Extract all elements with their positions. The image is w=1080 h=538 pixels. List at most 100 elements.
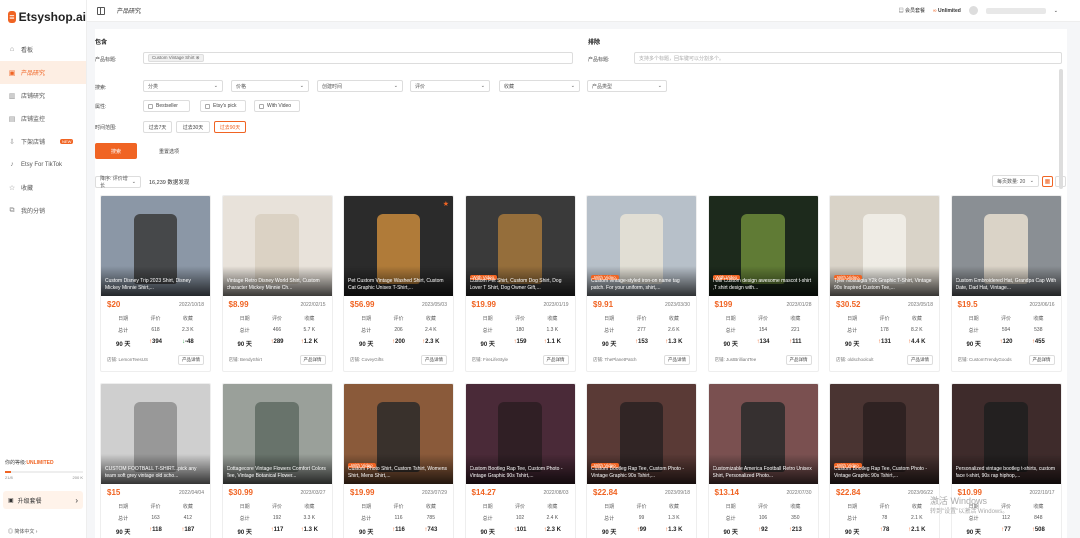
reset-button[interactable]: 重置选项 <box>159 148 179 155</box>
product-detail-button[interactable]: 产品详情 <box>178 355 204 365</box>
shop-name[interactable]: 店铺: oldschoolcult <box>836 357 874 363</box>
product-card[interactable]: With Video Custom Photo Shirt, Custom Tsh… <box>343 383 454 538</box>
product-thumbnail[interactable]: With Video Tyler Nostalgia Y2k Graphic T-… <box>830 196 939 296</box>
product-card[interactable]: With Video Custom Bootleg Rap Tee, Custom… <box>586 383 697 538</box>
product-card[interactable]: With Video I will Custom design awesome m… <box>707 195 819 372</box>
product-thumbnail[interactable]: CUSTOM FOOTBALL T-SHIRT...pick any team … <box>101 384 210 484</box>
shop-name[interactable]: 店铺: JustBrilliantTee <box>715 357 757 363</box>
attr-checkbox[interactable]: With Video <box>254 100 300 112</box>
product-thumbnail[interactable]: Custom Disney Trip 2023 Shirt, Disney Mi… <box>101 196 210 296</box>
product-card[interactable]: Cottagecore Vintage Flowers Comfort Colo… <box>221 383 333 538</box>
product-thumbnail[interactable]: Custom Bootleg Rap Tee, Custom Photo - V… <box>465 384 575 484</box>
product-card[interactable]: With Video Custom vintage-styled iron-on … <box>586 195 697 372</box>
product-thumbnail[interactable]: With Video Custom Bootleg Rap Tee, Custom… <box>830 384 939 484</box>
product-title[interactable]: Custom Pet Shirt, Custom Dog Shirt, Dog … <box>470 278 571 292</box>
time-range-button[interactable]: 过去90天 <box>214 121 246 133</box>
product-detail-button[interactable]: 产品详情 <box>542 355 569 365</box>
include-title-input[interactable]: Custom Vintage Shirt ⊗ <box>143 52 573 64</box>
product-thumbnail[interactable]: Custom Embroidered Hat, Grandpa Cap With… <box>951 196 1061 296</box>
product-detail-button[interactable]: 产品详情 <box>907 355 933 365</box>
attr-checkbox[interactable]: Bestseller <box>143 100 190 112</box>
product-thumbnail[interactable]: Personalized vintage bootleg t-shirts, c… <box>951 384 1061 484</box>
sidebar-item[interactable]: ▥ 店铺研究 <box>0 84 86 107</box>
close-icon[interactable]: ⊗ <box>196 55 200 60</box>
product-title[interactable]: Custom Bootleg Rap Tee, Custom Photo - V… <box>591 466 692 480</box>
product-card[interactable]: Custom Disney Trip 2023 Shirt, Disney Mi… <box>100 195 211 372</box>
language-selector[interactable]: ◎ 简体中文 › <box>8 528 37 535</box>
product-detail-button[interactable]: 产品详情 <box>1028 355 1055 365</box>
sidebar-item[interactable]: ♪ Etsy For TikTok <box>0 153 86 176</box>
sidebar-item[interactable]: ☆ 收藏 <box>0 176 86 199</box>
product-title[interactable]: Vintage Retro Disney World Shirt, Custom… <box>227 278 328 292</box>
product-thumbnail[interactable]: With Video Custom Photo Shirt, Custom Tsh… <box>344 384 453 484</box>
product-title[interactable]: Custom Embroidered Hat, Grandpa Cap With… <box>956 278 1057 292</box>
filter-select[interactable]: 评价 ⌄ <box>410 80 490 92</box>
sidebar-item[interactable]: ⧉ 我的分销 <box>0 199 86 222</box>
product-thumbnail[interactable]: Cottagecore Vintage Flowers Comfort Colo… <box>222 384 332 484</box>
product-detail-button[interactable]: 产品详情 <box>421 355 447 365</box>
product-title[interactable]: Cottagecore Vintage Flowers Comfort Colo… <box>227 466 328 480</box>
filter-select[interactable]: 创建时间 ⌄ <box>317 80 403 92</box>
sidebar-item[interactable]: ⇩ 下架店铺 NEW <box>0 130 86 153</box>
product-card[interactable]: ★ Pet Custom Vintage Washed Shirt, Custom… <box>343 195 454 372</box>
favorite-star-icon[interactable]: ★ <box>443 200 449 208</box>
product-card[interactable]: CUSTOM FOOTBALL T-SHIRT...pick any team … <box>100 383 211 538</box>
attr-checkbox[interactable]: Etsy's pick <box>200 100 246 112</box>
shop-name[interactable]: 店铺: FireLifeStyle <box>472 357 509 363</box>
product-title[interactable]: Tyler Nostalgia Y2k Graphic T-Shirt, Vin… <box>834 278 935 292</box>
product-card[interactable]: Customizable America Football Retro Unis… <box>707 383 819 538</box>
search-button[interactable]: 搜索 <box>95 143 137 159</box>
sidebar-item[interactable]: ▤ 店铺监控 <box>0 107 86 130</box>
product-card[interactable]: With Video Custom Bootleg Rap Tee, Custom… <box>829 383 940 538</box>
product-thumbnail[interactable]: With Video Custom Bootleg Rap Tee, Custom… <box>587 384 696 484</box>
product-title[interactable]: Custom Photo Shirt, Custom Tshirt, Women… <box>348 466 449 480</box>
product-detail-button[interactable]: 产品详情 <box>664 355 690 365</box>
grid-view-icon[interactable]: ▦ <box>1042 176 1053 187</box>
product-thumbnail[interactable]: With Video Custom vintage-styled iron-on … <box>587 196 696 296</box>
upgrade-button[interactable]: ▣ 升级套餐 › <box>3 491 83 509</box>
member-plan-link[interactable]: ▤ 会员套餐 <box>899 7 925 14</box>
product-detail-button[interactable]: 产品详情 <box>785 355 812 365</box>
scrollbar[interactable] <box>1059 69 1063 189</box>
product-title[interactable]: CUSTOM FOOTBALL T-SHIRT...pick any team … <box>105 466 206 480</box>
product-thumbnail[interactable]: ★ Pet Custom Vintage Washed Shirt, Custom… <box>344 196 453 296</box>
product-title[interactable]: Custom Bootleg Rap Tee, Custom Photo - V… <box>834 466 935 480</box>
shop-name[interactable]: 店铺: ThePlanetPatch <box>593 357 637 363</box>
product-title[interactable]: Pet Custom Vintage Washed Shirt, Custom … <box>348 278 449 292</box>
sort-select[interactable]: 降序: 评价增长 ⌄ <box>95 176 141 189</box>
shop-name[interactable]: 店铺: LemonTeesUS <box>107 357 148 363</box>
product-card[interactable]: Custom Bootleg Rap Tee, Custom Photo - V… <box>464 383 576 538</box>
exclude-title-input[interactable]: 支持多个标题，回车键可以分割多个。 <box>634 52 1062 64</box>
product-title[interactable]: Custom vintage-styled iron-on name tag p… <box>591 278 692 292</box>
avatar[interactable] <box>968 6 978 15</box>
time-range-button[interactable]: 过去7天 <box>143 121 172 133</box>
filter-select[interactable]: 分类 ⌄ <box>143 80 223 92</box>
per-page-select[interactable]: 每页数量: 20 ⌄ <box>992 175 1039 187</box>
product-thumbnail[interactable]: With Video I will Custom design awesome m… <box>708 196 818 296</box>
logo[interactable]: ≡ Etsyshop.ai <box>0 0 86 34</box>
product-card[interactable]: Vintage Retro Disney World Shirt, Custom… <box>221 195 333 372</box>
product-card[interactable]: With Video Tyler Nostalgia Y2k Graphic T-… <box>829 195 940 372</box>
filter-select[interactable]: 产品类型 ⌄ <box>587 80 667 92</box>
product-thumbnail[interactable]: With Video Custom Pet Shirt, Custom Dog S… <box>465 196 575 296</box>
sidebar-item[interactable]: ⌂ 看板 <box>0 38 86 61</box>
time-range-button[interactable]: 过去30天 <box>176 121 210 133</box>
product-card[interactable]: With Video Custom Pet Shirt, Custom Dog S… <box>464 195 576 372</box>
shop-name[interactable]: 店铺: CoveyGifts <box>350 357 384 363</box>
filter-select[interactable]: 收藏 ⌄ <box>499 80 580 92</box>
product-title[interactable]: Custom Disney Trip 2023 Shirt, Disney Mi… <box>105 278 206 292</box>
shop-name[interactable]: 店铺: BendyShirt <box>229 357 263 363</box>
sidebar-toggle-icon[interactable] <box>97 6 105 15</box>
sidebar-item[interactable]: ▣ 产品研究 <box>0 61 86 84</box>
product-card[interactable]: Custom Embroidered Hat, Grandpa Cap With… <box>950 195 1062 372</box>
product-thumbnail[interactable]: Customizable America Football Retro Unis… <box>708 384 818 484</box>
product-detail-button[interactable]: 产品详情 <box>299 355 326 365</box>
filter-select[interactable]: 价格 ⌄ <box>231 80 309 92</box>
chevron-down-icon[interactable]: ⌄ <box>1054 8 1058 14</box>
product-title[interactable]: Custom Bootleg Rap Tee, Custom Photo - V… <box>470 466 571 480</box>
product-title[interactable]: I will Custom design awesome mascot t-sh… <box>713 278 814 292</box>
product-thumbnail[interactable]: Vintage Retro Disney World Shirt, Custom… <box>222 196 332 296</box>
shop-name[interactable]: 店铺: CustomTrendyGoods <box>958 357 1012 363</box>
product-title[interactable]: Personalized vintage bootleg t-shirts, c… <box>956 466 1057 480</box>
product-title[interactable]: Customizable America Football Retro Unis… <box>713 466 814 480</box>
